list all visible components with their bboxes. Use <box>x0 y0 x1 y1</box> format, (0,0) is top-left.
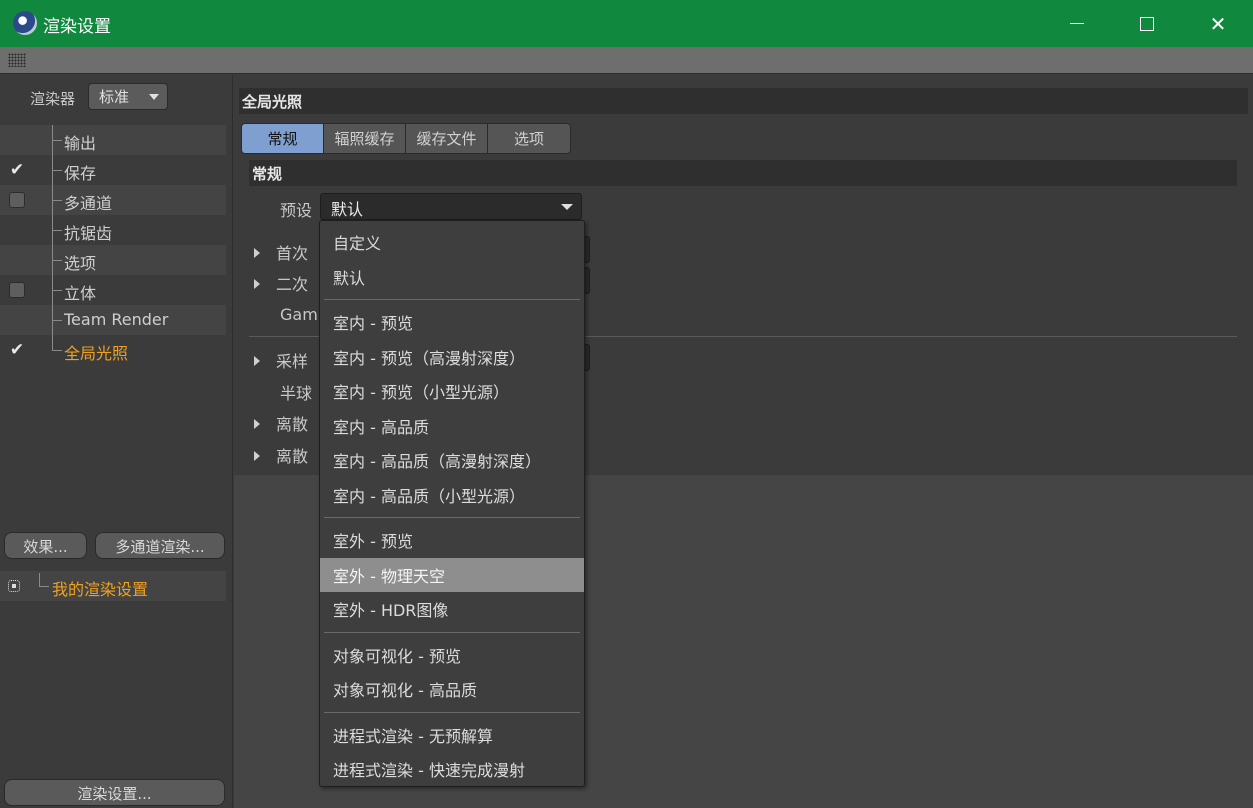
menu-item-exterior-preview[interactable]: 室外 - 预览 <box>320 523 584 558</box>
expand-triangle-icon[interactable] <box>254 451 260 461</box>
menu-item-interior-high-quality-high-diffuse[interactable]: 室内 - 高品质（高漫射深度） <box>320 443 584 478</box>
tab-general[interactable]: 常规 <box>242 124 324 153</box>
tree-item-options[interactable]: 选项 <box>0 245 226 275</box>
tree-item-multipass[interactable]: 多通道 <box>0 185 226 215</box>
tree-item-label: 保存 <box>64 164 97 183</box>
menu-item-progressive-no-prepass[interactable]: 进程式渲染 - 无预解算 <box>320 718 584 753</box>
tree-item-team-render[interactable]: Team Render <box>0 305 226 335</box>
menu-strip <box>0 47 1253 74</box>
minimize-icon <box>1070 23 1084 24</box>
prop-secondary-method[interactable]: 二次 <box>254 271 308 295</box>
menu-item-progressive-fast-diffuse[interactable]: 进程式渲染 - 快速完成漫射 <box>320 752 584 787</box>
tab-options[interactable]: 选项 <box>488 124 570 153</box>
expand-triangle-icon[interactable] <box>254 356 260 366</box>
render-setting-label: 我的渲染设置 <box>52 580 149 599</box>
menu-item-custom[interactable]: 自定义 <box>320 225 584 260</box>
menu-item-object-visualization-preview[interactable]: 对象可视化 - 预览 <box>320 638 584 673</box>
prop-discrete-2[interactable]: 离散 <box>254 443 308 467</box>
expand-triangle-icon[interactable] <box>254 248 260 258</box>
left-panel: 渲染器 标准 输出 ✔ 保存 多通道 抗锯齿 选项 立体 Team Render… <box>0 75 233 808</box>
render-settings-button[interactable]: 渲染设置... <box>4 779 225 806</box>
section-header: 常规 <box>249 160 1237 186</box>
expand-triangle-icon[interactable] <box>254 419 260 429</box>
chevron-down-icon <box>561 204 573 210</box>
close-button[interactable]: ✕ <box>1183 0 1253 47</box>
renderer-value: 标准 <box>99 88 130 106</box>
minimize-button[interactable] <box>1042 0 1112 47</box>
tree-item-label: 输出 <box>64 134 97 153</box>
prop-hemisphere: 半球 <box>280 384 313 403</box>
checkmark-icon[interactable]: ✔ <box>9 342 25 359</box>
menu-item-interior-preview-high-diffuse[interactable]: 室内 - 预览（高漫射深度） <box>320 340 584 375</box>
close-icon: ✕ <box>1209 11 1227 36</box>
menu-separator <box>324 517 580 518</box>
effects-button[interactable]: 效果... <box>4 532 87 559</box>
tree-item-label: 全局光照 <box>64 344 129 363</box>
preset-label: 预设 <box>280 201 313 220</box>
menu-separator <box>324 631 580 633</box>
tab-bar: 常规 辐照缓存 缓存文件 选项 <box>241 123 571 154</box>
menu-item-default[interactable]: 默认 <box>320 260 584 295</box>
panel-title: 全局光照 <box>239 88 1248 114</box>
tree-item-label: 多通道 <box>64 194 113 213</box>
expand-triangle-icon[interactable] <box>254 279 260 289</box>
tree-item-save[interactable]: ✔ 保存 <box>0 155 226 185</box>
tree-item-global-illumination[interactable]: ✔ 全局光照 <box>0 335 226 365</box>
render-settings-icon <box>8 580 20 592</box>
menu-item-interior-high-quality-small-light[interactable]: 室内 - 高品质（小型光源） <box>320 478 584 513</box>
prop-samples[interactable]: 采样 <box>254 348 308 372</box>
prop-discrete-1[interactable]: 离散 <box>254 411 308 435</box>
menu-separator <box>324 299 580 300</box>
tree-item-antialiasing[interactable]: 抗锯齿 <box>0 215 226 245</box>
tree-item-label: Team Render <box>64 310 169 329</box>
menu-item-interior-preview-small-light[interactable]: 室内 - 预览（小型光源） <box>320 374 584 409</box>
renderer-select[interactable]: 标准 <box>88 83 168 110</box>
menu-item-exterior-hdr-image[interactable]: 室外 - HDR图像 <box>320 592 584 627</box>
grip-handle-icon[interactable] <box>8 53 26 67</box>
tree-item-label: 抗锯齿 <box>64 224 113 243</box>
tree-item-label: 立体 <box>64 284 97 303</box>
render-setting-item[interactable]: 我的渲染设置 <box>0 571 226 601</box>
preset-value: 默认 <box>331 200 364 219</box>
checkmark-icon[interactable]: ✔ <box>9 162 25 179</box>
menu-item-interior-preview[interactable]: 室内 - 预览 <box>320 305 584 340</box>
menu-separator <box>324 711 580 713</box>
title-bar: 渲染设置 ✕ <box>0 0 1253 47</box>
renderer-label: 渲染器 <box>30 90 76 108</box>
maximize-icon <box>1140 16 1154 31</box>
settings-tree: 输出 ✔ 保存 多通道 抗锯齿 选项 立体 Team Render ✔ 全局光照 <box>0 125 226 365</box>
prop-primary-method[interactable]: 首次 <box>254 240 308 264</box>
preset-dropdown-menu: 自定义 默认 室内 - 预览 室内 - 预览（高漫射深度） 室内 - 预览（小型… <box>319 220 585 787</box>
tree-item-label: 选项 <box>64 254 97 273</box>
menu-item-interior-high-quality[interactable]: 室内 - 高品质 <box>320 409 584 444</box>
maximize-button[interactable] <box>1112 0 1182 47</box>
window-title: 渲染设置 <box>43 17 111 37</box>
tab-cache-files[interactable]: 缓存文件 <box>406 124 488 153</box>
menu-item-object-visualization-high-quality[interactable]: 对象可视化 - 高品质 <box>320 672 584 707</box>
preset-select[interactable]: 默认 <box>320 193 582 220</box>
checkbox[interactable] <box>9 192 25 208</box>
menu-item-exterior-physical-sky[interactable]: 室外 - 物理天空 <box>320 557 584 592</box>
checkbox[interactable] <box>9 282 25 298</box>
tree-item-stereo[interactable]: 立体 <box>0 275 226 305</box>
tree-item-output[interactable]: 输出 <box>0 125 226 155</box>
chevron-down-icon <box>149 94 159 100</box>
tab-irradiance-cache[interactable]: 辐照缓存 <box>324 124 406 153</box>
multipass-render-button[interactable]: 多通道渲染... <box>95 532 225 559</box>
cinema4d-app-icon <box>13 11 37 35</box>
